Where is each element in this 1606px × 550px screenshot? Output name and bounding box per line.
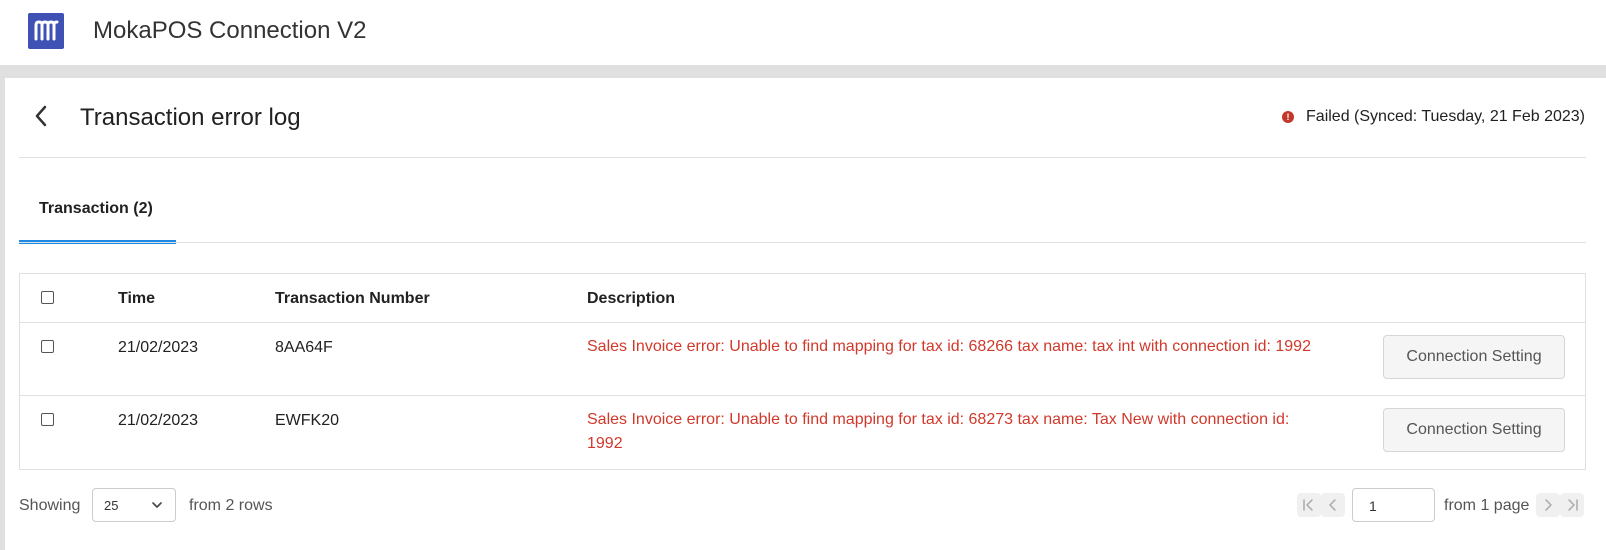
logo-icon: [28, 13, 64, 49]
row-transaction-number: 8AA64F: [275, 339, 333, 356]
page-title: Transaction error log: [80, 104, 301, 131]
row-description: Sales Invoice error: Unable to find mapp…: [587, 411, 1290, 452]
first-page-icon: [1303, 499, 1313, 511]
sync-status-text: Failed (Synced: Tuesday, 21 Feb 2023): [1306, 108, 1585, 125]
app-title: MokaPOS Connection V2: [93, 17, 367, 44]
back-arrow-icon: [35, 105, 47, 127]
tab-transaction[interactable]: Transaction (2): [19, 196, 176, 244]
header-transaction-number: Transaction Number: [275, 290, 430, 307]
page-size-select[interactable]: 25: [92, 488, 176, 522]
prev-page-icon: [1329, 499, 1336, 511]
row-transaction-number: EWFK20: [275, 412, 340, 429]
showing-label: Showing: [19, 497, 81, 514]
tabs-divider: [19, 242, 1586, 243]
last-page-icon: [1568, 499, 1578, 511]
connection-setting-button[interactable]: Connection Setting: [1383, 408, 1565, 452]
pages-count-label: from 1 page: [1444, 497, 1530, 514]
table-header-row: Time Transaction Number Description: [20, 274, 1585, 323]
row-checkbox[interactable]: [41, 413, 54, 426]
select-all-checkbox[interactable]: [41, 291, 54, 304]
first-page-button[interactable]: [1297, 493, 1321, 517]
row-description: Sales Invoice error: Unable to find mapp…: [587, 338, 1311, 355]
row-checkbox[interactable]: [41, 340, 54, 353]
back-button[interactable]: [30, 102, 54, 130]
row-time: 21/02/2023: [118, 339, 199, 356]
next-page-icon: [1545, 499, 1552, 511]
table-row: 21/02/2023 8AA64F Sales Invoice error: U…: [20, 323, 1585, 396]
last-page-button[interactable]: [1560, 493, 1584, 517]
header-divider: [19, 157, 1586, 158]
transaction-table: Time Transaction Number Description 21/0…: [19, 273, 1586, 470]
error-icon: !: [1282, 111, 1295, 123]
current-page-value: 1: [1369, 498, 1377, 514]
connection-setting-button[interactable]: Connection Setting: [1383, 335, 1565, 379]
table-row: 21/02/2023 EWFK20 Sales Invoice error: U…: [20, 396, 1585, 469]
current-page-input[interactable]: 1: [1352, 488, 1435, 522]
tab-transaction-label: Transaction (2): [39, 200, 153, 217]
top-bar: MokaPOS Connection V2: [0, 0, 1606, 65]
header-time: Time: [118, 290, 156, 307]
prev-page-button[interactable]: [1321, 493, 1345, 517]
sync-status: ! Failed (Synced: Tuesday, 21 Feb 2023): [1282, 108, 1585, 126]
row-time: 21/02/2023: [118, 412, 199, 429]
chevron-down-icon: [152, 502, 162, 508]
rows-count-label: from 2 rows: [189, 497, 273, 514]
next-page-button[interactable]: [1536, 493, 1560, 517]
page-size-value: 25: [104, 498, 119, 513]
header-description: Description: [587, 290, 676, 307]
